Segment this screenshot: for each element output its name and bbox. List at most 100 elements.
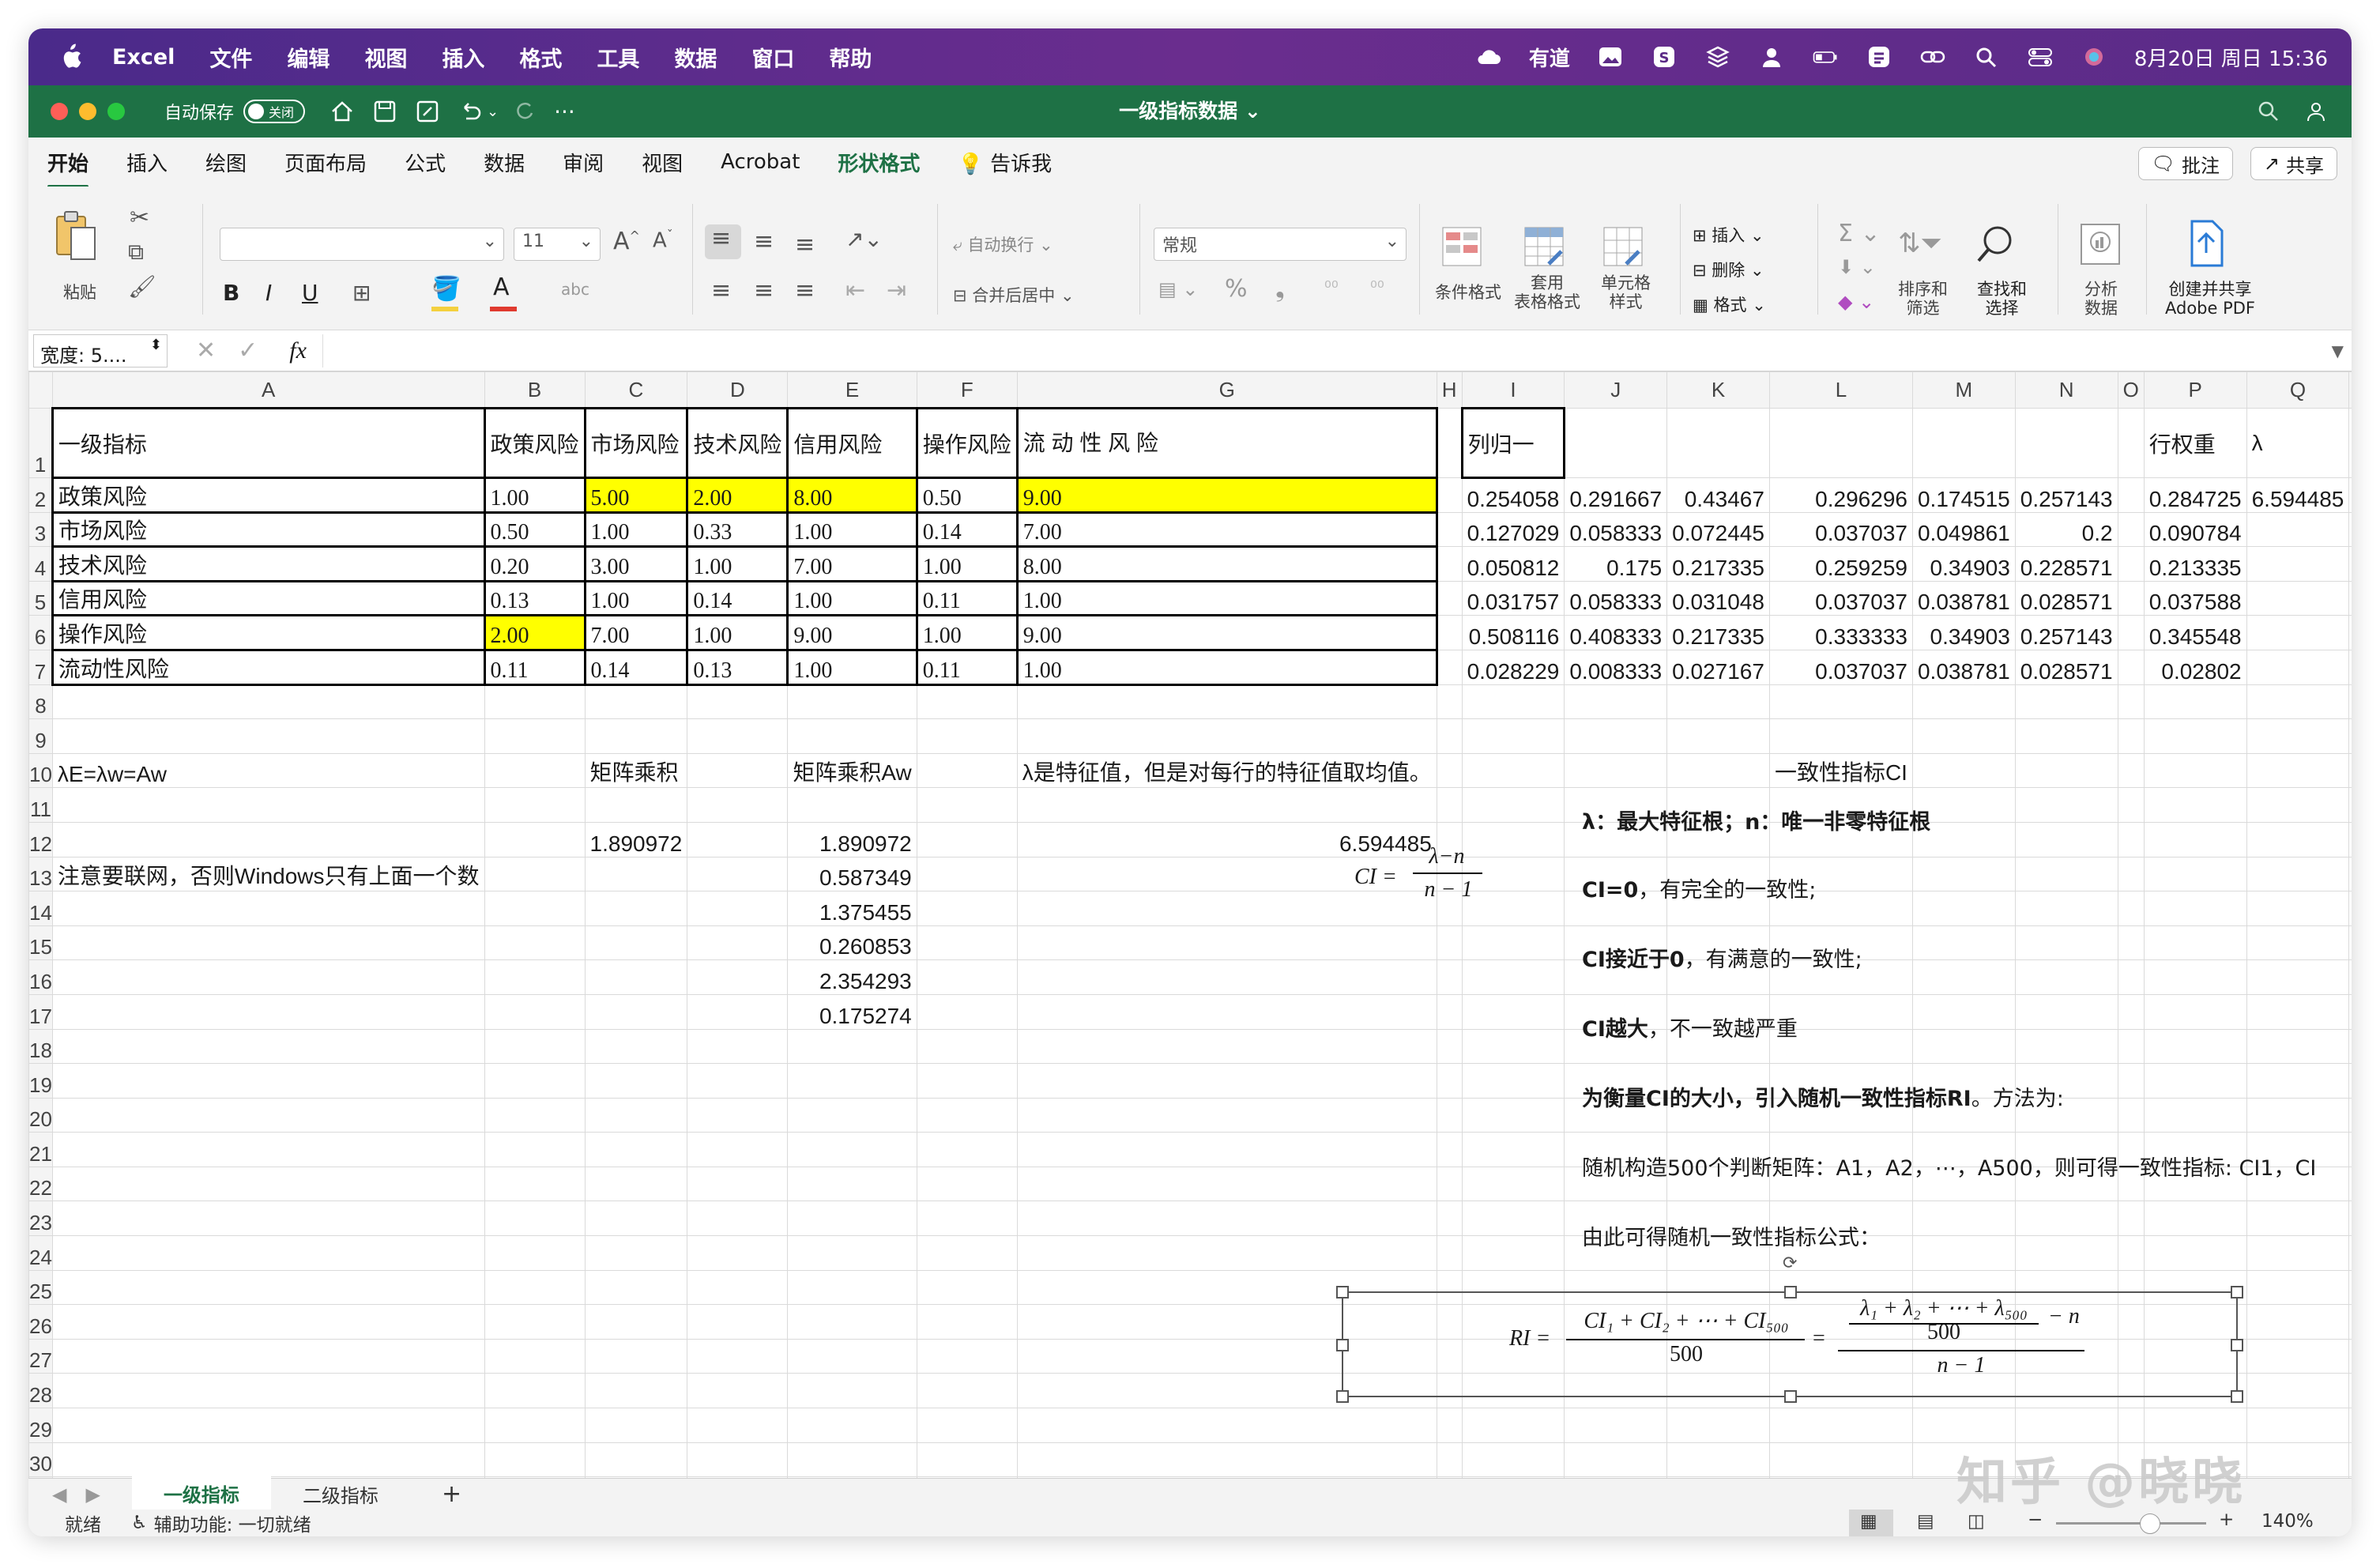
cell-N29[interactable] — [2014, 1408, 2118, 1443]
name-box[interactable]: 宽度: 5.... ⬍ — [33, 334, 168, 368]
cell-D19[interactable] — [687, 1063, 789, 1099]
normal-view-icon[interactable]: ▦ — [1860, 1511, 1877, 1532]
cell-G4[interactable]: 8.00 — [1015, 545, 1438, 582]
cell-G29[interactable] — [1016, 1408, 1437, 1443]
cell-O2[interactable] — [2117, 477, 2145, 513]
cell-R21[interactable] — [2348, 1132, 2352, 1167]
cell-H16[interactable] — [1436, 959, 1463, 995]
ri-formula-shape[interactable]: RI = CI₁ + CI₂ + ⋯ + CI₅₀₀ 500 = λ₁ + λ₂… — [1336, 1253, 2243, 1403]
cell-G1[interactable]: 流 动 性 风 险 — [1015, 407, 1438, 479]
cell-Q7[interactable] — [2246, 649, 2350, 685]
cell-A10[interactable]: λE=λw=Aw — [51, 752, 485, 789]
cell-O20[interactable] — [2117, 1097, 2145, 1133]
align-right-icon[interactable]: ≡ — [795, 277, 815, 304]
resize-handle[interactable] — [2231, 1286, 2243, 1298]
cell-R11[interactable] — [2348, 787, 2352, 823]
battery-icon[interactable] — [1812, 45, 1839, 69]
cell-J29[interactable] — [1564, 1408, 1668, 1443]
cell-I24[interactable] — [1461, 1235, 1565, 1271]
menu-data[interactable]: 数据 — [674, 42, 717, 73]
cell-D18[interactable] — [687, 1028, 789, 1065]
cell-I18[interactable] — [1461, 1028, 1565, 1065]
row-header[interactable]: 6 — [28, 615, 53, 650]
cell-C27[interactable] — [584, 1338, 688, 1374]
sort-filter-label[interactable]: 排序和 筛选 — [1898, 280, 1948, 318]
cell-A25[interactable] — [51, 1269, 485, 1306]
cell-C6[interactable]: 7.00 — [583, 614, 689, 651]
cell-I7[interactable]: 0.028229 — [1461, 649, 1565, 685]
cell-F15[interactable] — [916, 925, 1018, 961]
row-header[interactable]: 18 — [28, 1028, 53, 1065]
cell-O7[interactable] — [2117, 649, 2145, 685]
cell-H20[interactable] — [1436, 1097, 1463, 1133]
cell-P11[interactable] — [2143, 787, 2247, 823]
cell-P29[interactable] — [2143, 1408, 2247, 1443]
menu-tools[interactable]: 工具 — [597, 42, 639, 73]
cell-A15[interactable] — [51, 925, 485, 961]
cell-F11[interactable] — [916, 787, 1018, 823]
cell-R14[interactable] — [2348, 891, 2352, 926]
column-header[interactable]: P — [2143, 371, 2247, 409]
row-header[interactable]: 11 — [28, 787, 53, 823]
cell-N5[interactable]: 0.028571 — [2014, 580, 2118, 616]
cell-P8[interactable] — [2143, 684, 2247, 720]
cell-M1[interactable] — [1911, 408, 2016, 478]
cell-C21[interactable] — [584, 1132, 688, 1167]
cell-F10[interactable] — [916, 752, 1018, 789]
cell-M7[interactable]: 0.038781 — [1911, 649, 2016, 685]
decrease-indent-icon[interactable]: ⇤ — [845, 277, 865, 304]
cell-N23[interactable] — [2014, 1200, 2118, 1237]
cell-C1[interactable]: 市场风险 — [583, 407, 689, 479]
cell-G12[interactable]: 6.594485 — [1016, 821, 1437, 858]
cell-E9[interactable] — [787, 718, 917, 754]
cell-Q13[interactable] — [2246, 856, 2350, 892]
cell-I23[interactable] — [1461, 1200, 1565, 1237]
row-header[interactable]: 23 — [28, 1200, 53, 1237]
cell-D20[interactable] — [687, 1097, 789, 1133]
column-header[interactable]: D — [687, 371, 789, 409]
cell-R5[interactable] — [2348, 580, 2352, 616]
menu-edit[interactable]: 编辑 — [287, 42, 330, 73]
cell-C15[interactable] — [584, 925, 688, 961]
cell-I21[interactable] — [1461, 1132, 1565, 1167]
column-header[interactable]: J — [1564, 371, 1668, 409]
wrap-text-button[interactable]: ⤶ 自动换行 ⌄ — [953, 232, 1053, 256]
cell-Q2[interactable]: 6.594485 — [2246, 477, 2350, 513]
cell-D16[interactable] — [687, 959, 789, 995]
cell-A23[interactable] — [51, 1200, 485, 1237]
user-icon[interactable] — [1758, 45, 1785, 69]
cell-D12[interactable] — [687, 821, 789, 858]
menu-view[interactable]: 视图 — [364, 42, 407, 73]
cell-G15[interactable] — [1016, 925, 1437, 961]
cell-R26[interactable] — [2348, 1304, 2352, 1340]
menu-help[interactable]: 帮助 — [829, 42, 872, 73]
cell-F16[interactable] — [916, 959, 1018, 995]
cell-G19[interactable] — [1016, 1063, 1437, 1099]
cell-K1[interactable] — [1666, 408, 1770, 478]
cell-C24[interactable] — [584, 1235, 688, 1271]
cell-R24[interactable] — [2348, 1235, 2352, 1271]
cell-H24[interactable] — [1436, 1235, 1463, 1271]
cell-K9[interactable] — [1666, 718, 1770, 754]
cell-A19[interactable] — [51, 1063, 485, 1099]
row-header[interactable]: 24 — [28, 1235, 53, 1271]
cell-L8[interactable] — [1768, 684, 1913, 720]
percent-icon[interactable]: % — [1225, 275, 1248, 303]
row-header[interactable]: 19 — [28, 1063, 53, 1099]
cell-B9[interactable] — [484, 718, 586, 754]
cell-E10[interactable]: 矩阵乘积Aw — [787, 752, 917, 789]
cell-I8[interactable] — [1461, 684, 1565, 720]
cell-O11[interactable] — [2117, 787, 2145, 823]
cell-E14[interactable]: 1.375455 — [787, 891, 917, 926]
cell-C23[interactable] — [584, 1200, 688, 1237]
cell-E13[interactable]: 0.587349 — [787, 856, 917, 892]
cell-A26[interactable] — [51, 1304, 485, 1340]
bold-button[interactable]: B — [223, 280, 239, 306]
cell-A18[interactable] — [51, 1028, 485, 1065]
cell-I10[interactable] — [1461, 752, 1565, 789]
resize-handle[interactable] — [2231, 1390, 2243, 1403]
cell-D28[interactable] — [687, 1373, 789, 1409]
cell-E29[interactable] — [787, 1408, 917, 1443]
cell-B17[interactable] — [484, 993, 586, 1030]
cell-K3[interactable]: 0.072445 — [1666, 511, 1770, 548]
